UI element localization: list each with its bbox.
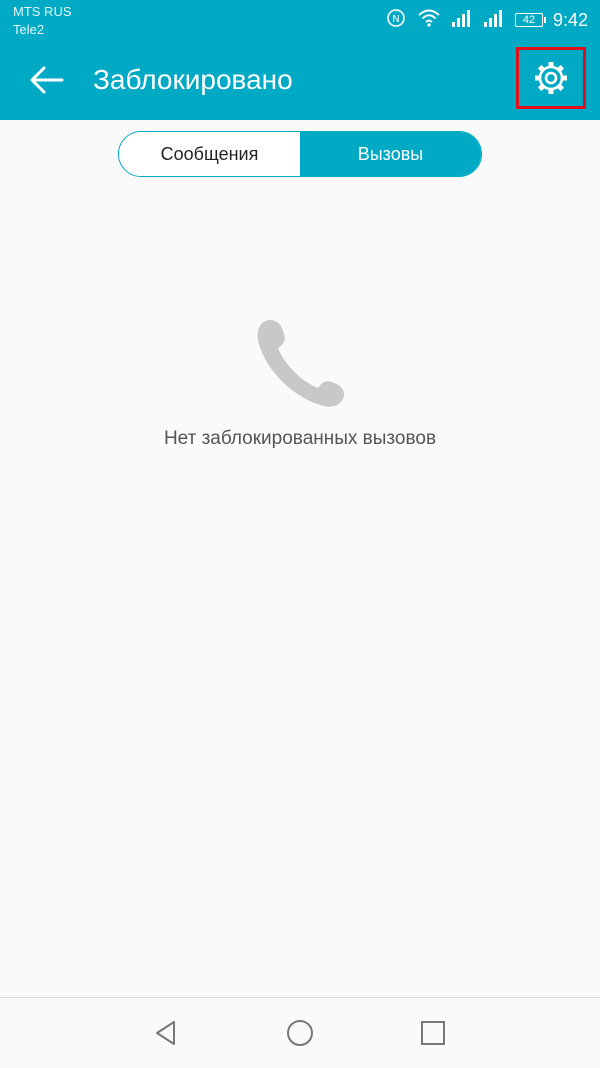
- nav-back-button[interactable]: [148, 1015, 184, 1051]
- tab-switcher: Сообщения Вызовы: [118, 131, 482, 177]
- wifi-icon: [417, 8, 441, 33]
- status-bar: MTS RUS Tele2 N 42 9:42: [0, 0, 600, 40]
- tab-messages[interactable]: Сообщения: [119, 132, 300, 176]
- battery-icon: 42: [514, 13, 546, 27]
- settings-button[interactable]: [516, 47, 586, 109]
- page-title: Заблокировано: [93, 64, 293, 95]
- signal-icon-sim2: [483, 8, 505, 33]
- data-saver-icon: N: [385, 7, 407, 34]
- app-bar: MTS RUS Tele2 N 42 9:42 Заблокировано: [0, 0, 600, 120]
- triangle-back-icon: [156, 1021, 175, 1045]
- back-button[interactable]: [24, 58, 68, 102]
- empty-state-message: Нет заблокированных вызовов: [163, 428, 437, 449]
- status-icons: N 42 9:42: [385, 8, 588, 32]
- carrier-name-1: MTS RUS: [13, 4, 72, 19]
- tab-calls[interactable]: Вызовы: [300, 132, 481, 176]
- status-time: 9:42: [552, 9, 588, 30]
- circle-home-icon: [287, 1020, 313, 1046]
- gear-icon: [535, 62, 567, 94]
- carrier-name-2: Tele2: [13, 22, 45, 37]
- nav-recents-button[interactable]: [415, 1015, 451, 1051]
- navigation-bar: [0, 997, 600, 1068]
- square-recents-icon: [421, 1021, 445, 1045]
- phone-icon: [252, 316, 348, 412]
- svg-text:N: N: [392, 14, 399, 25]
- nav-home-button[interactable]: [282, 1015, 318, 1051]
- signal-icon-sim1: [451, 8, 473, 33]
- arrow-left-icon: [30, 66, 64, 94]
